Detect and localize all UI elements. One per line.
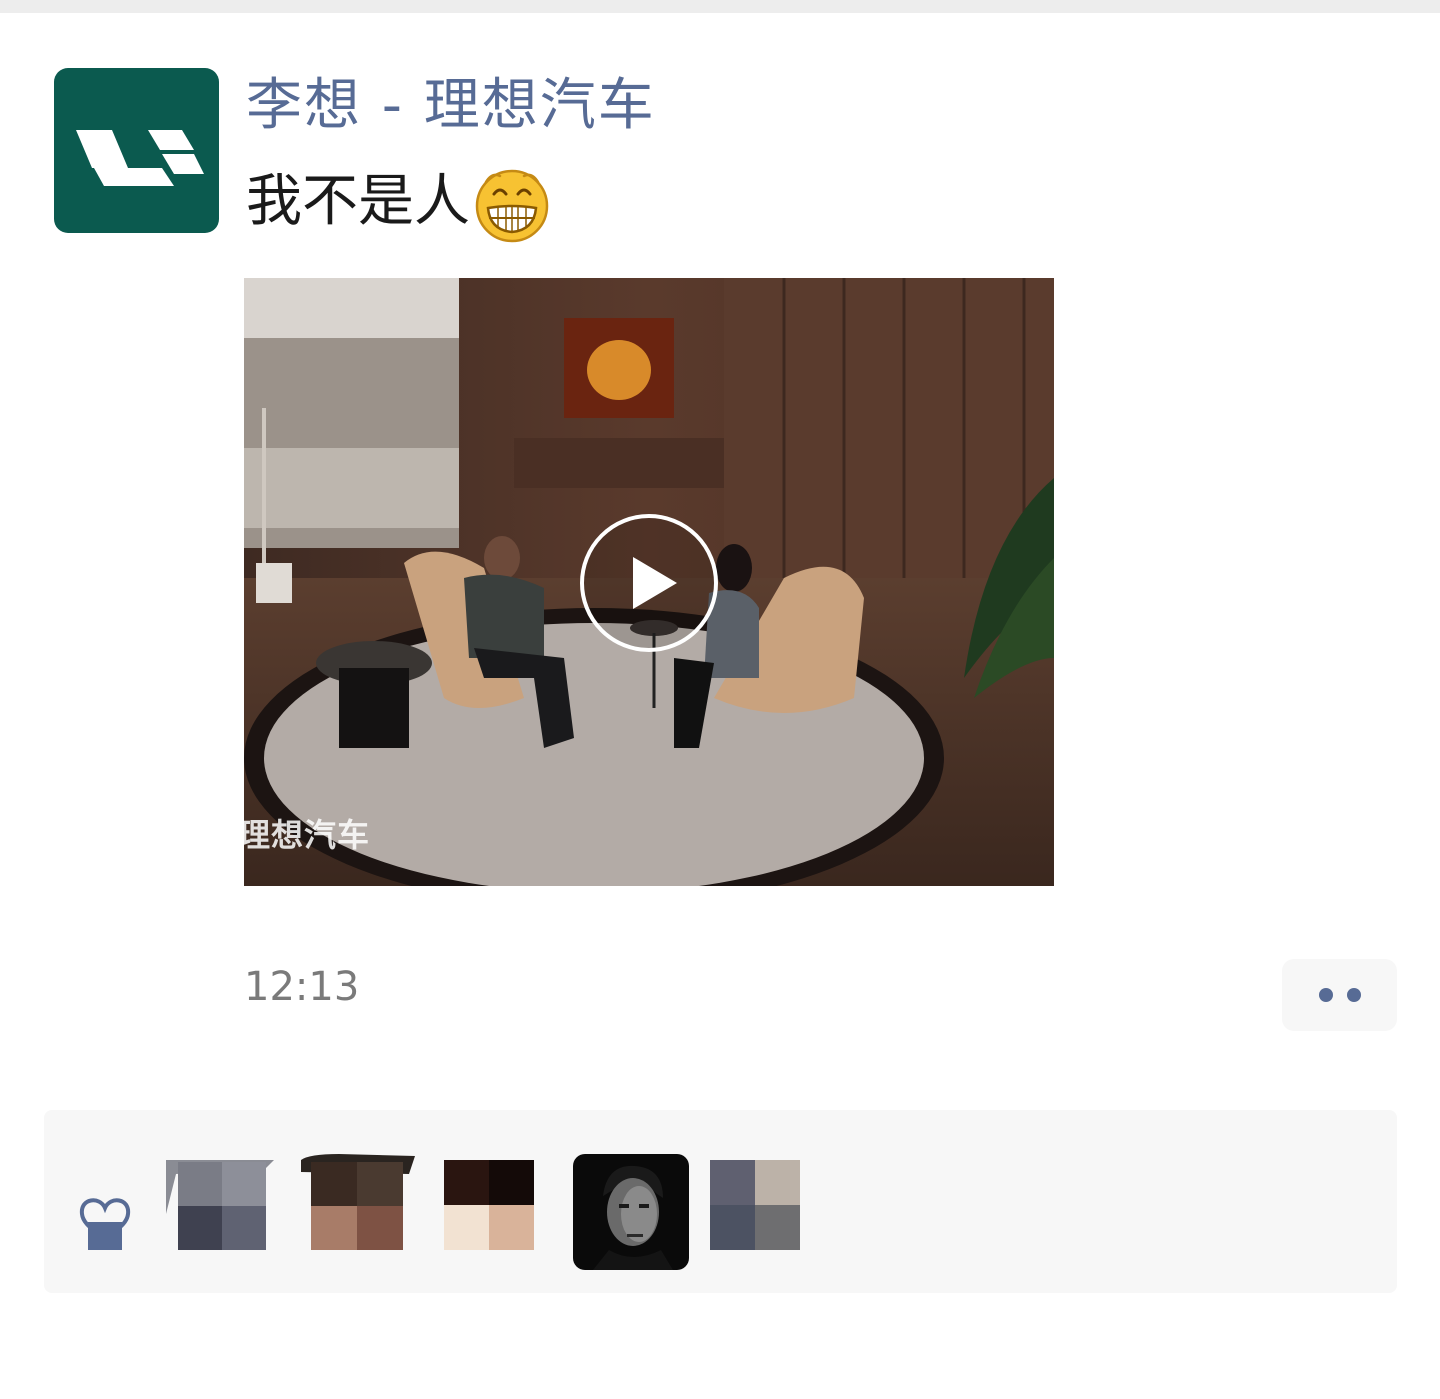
- post-text-content: 我不是人: [246, 169, 470, 234]
- li-auto-logo-icon: [76, 130, 204, 186]
- liker-avatar-2[interactable]: [299, 1154, 415, 1250]
- liker-avatar-3[interactable]: [444, 1160, 534, 1250]
- post-text: 我不是人: [246, 166, 552, 243]
- post-author-name[interactable]: 李想 - 理想汽车: [246, 70, 656, 142]
- video-thumbnail[interactable]: 理想汽车: [244, 278, 1054, 886]
- more-dots-icon[interactable]: [1282, 959, 1397, 1031]
- grinning-face-emoji-icon: [472, 164, 552, 244]
- post-timestamp: 12:13: [244, 964, 360, 1010]
- heart-icon: [74, 1188, 136, 1250]
- play-icon[interactable]: [578, 512, 720, 654]
- likes-panel: [44, 1110, 1397, 1293]
- liker-avatar-1[interactable]: [162, 1154, 278, 1250]
- dot-icon: [1318, 988, 1333, 1002]
- liker-avatar-4-portrait[interactable]: [573, 1154, 689, 1270]
- video-watermark-text: 理想汽车: [244, 816, 371, 854]
- liker-avatar-5[interactable]: [710, 1160, 800, 1250]
- author-avatar[interactable]: [54, 68, 219, 233]
- dot-icon: [1346, 988, 1361, 1002]
- top-divider-strip: [0, 0, 1440, 13]
